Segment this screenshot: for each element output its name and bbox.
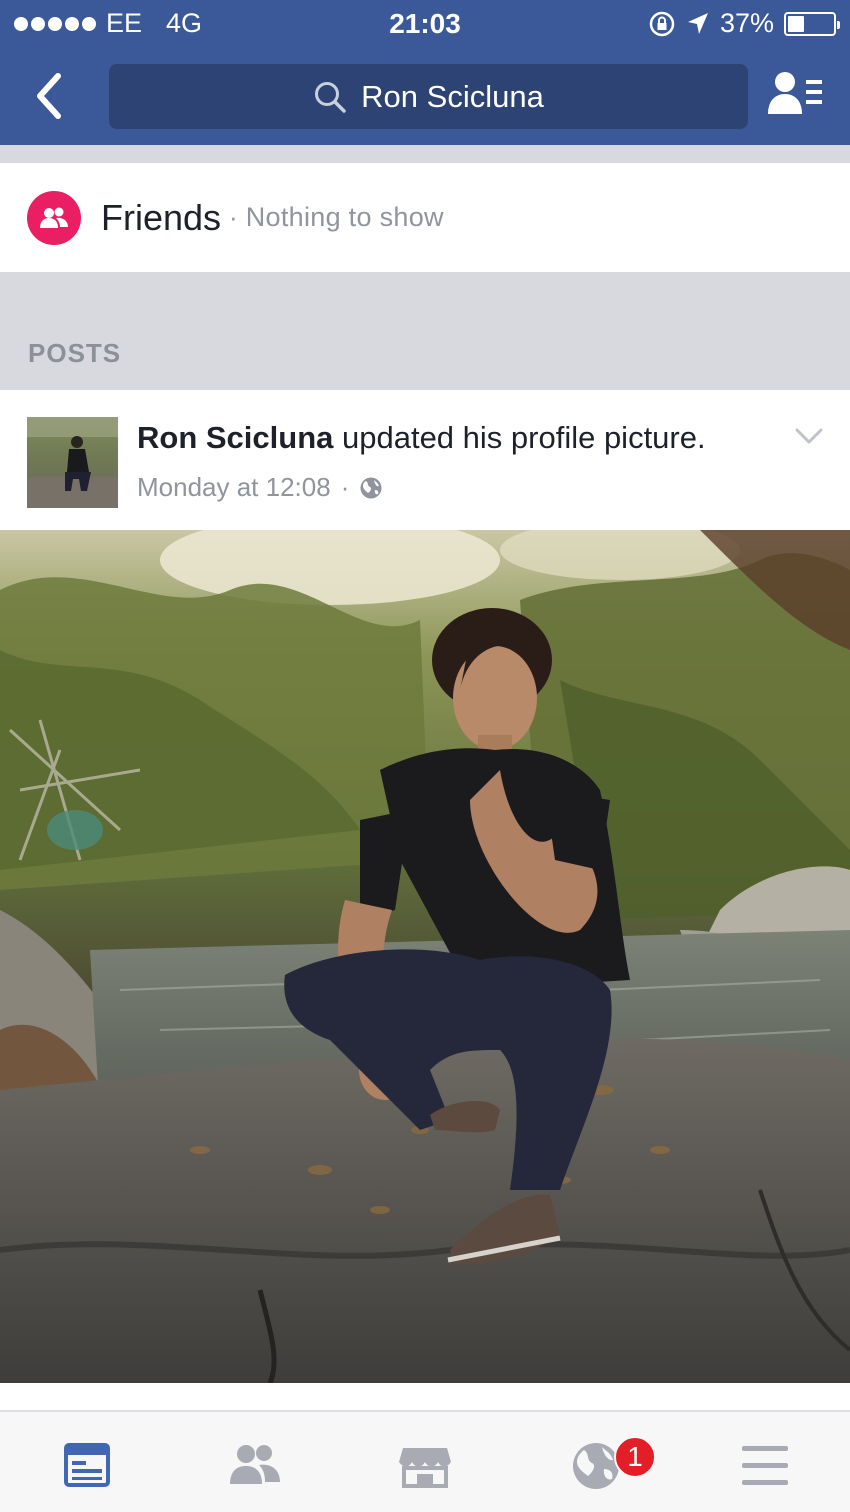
post-photo[interactable] <box>0 530 850 1383</box>
news-feed-icon[interactable] <box>57 1438 117 1494</box>
rotation-lock-icon <box>649 11 675 36</box>
battery-percent: 37% <box>719 8 774 38</box>
status-bar: EE 4G 21:03 37% <box>0 0 850 48</box>
post-action-text: updated his profile picture. <box>333 420 706 455</box>
posts-label: POSTS <box>28 338 122 368</box>
post-header: Ron Scicluna updated his profile picture… <box>0 390 850 530</box>
search-field[interactable]: Ron Scicluna <box>109 64 748 129</box>
friends-requests-icon[interactable] <box>225 1438 285 1494</box>
back-arrow-icon[interactable] <box>30 66 70 126</box>
section-divider <box>0 145 850 163</box>
friends-separator: · <box>229 202 238 232</box>
globe-icon <box>360 477 382 498</box>
friends-icon <box>27 190 81 245</box>
status-right: 37% <box>648 8 840 39</box>
post-options-chevron-icon[interactable] <box>794 426 824 446</box>
battery-icon <box>784 11 840 36</box>
posts-section-header: POSTS <box>0 272 850 390</box>
search-query-text: Ron Scicluna <box>361 78 544 114</box>
friends-subtitle: Nothing to show <box>245 202 444 232</box>
friends-section[interactable]: Friends · Nothing to show <box>0 163 850 272</box>
location-arrow-icon <box>687 12 708 34</box>
top-header: EE 4G 21:03 37% Ron Scicluna <box>0 0 850 145</box>
post-headline: Ron Scicluna updated his profile picture… <box>137 420 706 456</box>
friends-title: Friends <box>101 196 222 238</box>
post-meta: Monday at 12:08 · <box>137 472 383 503</box>
search-icon <box>315 81 346 113</box>
author-avatar[interactable] <box>27 417 118 508</box>
menu-icon[interactable] <box>735 1438 795 1494</box>
notifications-badge: 1 <box>614 1436 656 1478</box>
author-name-link[interactable]: Ron Scicluna <box>137 420 333 455</box>
marketplace-icon[interactable] <box>395 1438 455 1494</box>
meta-separator: · <box>340 472 350 502</box>
nav-bar: Ron Scicluna <box>0 56 850 136</box>
profile-list-icon[interactable] <box>766 70 824 122</box>
bottom-tab-bar: 1 <box>0 1410 850 1512</box>
post-timestamp[interactable]: Monday at 12:08 <box>137 472 331 503</box>
